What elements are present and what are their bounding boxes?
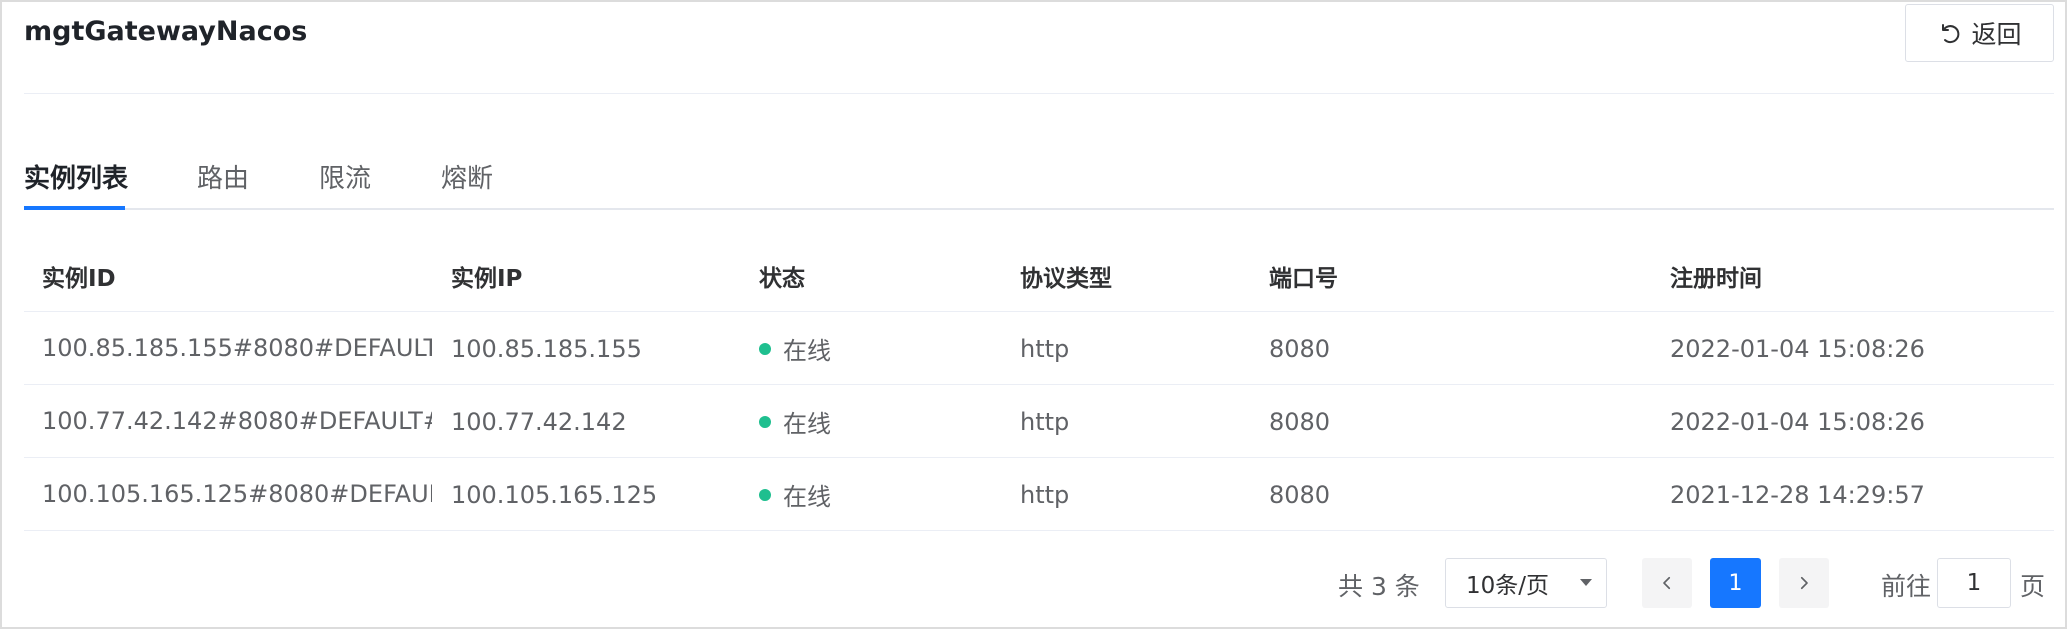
cell-instance-id: 100.77.42.142#8080#DEFAULT#DEFAULT_GROUP… bbox=[42, 385, 432, 458]
tab-instance-list[interactable]: 实例列表 bbox=[24, 158, 128, 195]
goto-page-input[interactable] bbox=[1937, 558, 2011, 608]
status-text: 在线 bbox=[783, 483, 831, 511]
back-button-label: 返回 bbox=[1971, 20, 2022, 49]
prev-page-button[interactable] bbox=[1642, 558, 1692, 608]
column-header-registered-time[interactable]: 注册时间 bbox=[1670, 239, 2050, 312]
active-tab-indicator bbox=[24, 206, 125, 210]
page-title: mgtGatewayNacos bbox=[24, 16, 308, 47]
table-row[interactable]: 100.85.185.155#8080#DEFAULT#DEFAULT_GROU… bbox=[24, 312, 2054, 385]
column-header-status[interactable]: 状态 bbox=[759, 239, 999, 312]
cell-port: 8080 bbox=[1269, 334, 1331, 363]
chevron-right-icon bbox=[1800, 576, 1808, 590]
cell-status: 在线 bbox=[759, 312, 999, 385]
page-frame: mgtGatewayNacos 返回 实例列表 路由 限流 熔断 实例ID 实例… bbox=[0, 0, 2067, 629]
instance-id-text: 100.105.165.125#8080#DEFAULT#DEFAULT_GRO… bbox=[42, 480, 432, 508]
cell-protocol: http bbox=[1020, 334, 1070, 363]
cell-registered-time: 2021-12-28 14:29:57 bbox=[1670, 480, 1925, 509]
cell-registered-time: 2022-01-04 15:08:26 bbox=[1670, 407, 1925, 436]
page-number-current[interactable]: 1 bbox=[1710, 558, 1761, 608]
status-text: 在线 bbox=[783, 410, 831, 438]
cell-registered-time: 2022-01-04 15:08:26 bbox=[1670, 334, 1925, 363]
cell-status: 在线 bbox=[759, 385, 999, 458]
cell-instance-ip: 100.77.42.142 bbox=[451, 407, 627, 436]
cell-instance-ip: 100.85.185.155 bbox=[451, 334, 642, 363]
cell-port: 8080 bbox=[1269, 407, 1331, 436]
table-row[interactable]: 100.105.165.125#8080#DEFAULT#DEFAULT_GRO… bbox=[24, 458, 2054, 531]
cell-status: 在线 bbox=[759, 458, 999, 531]
status-dot-icon bbox=[759, 415, 771, 428]
tab-rate-limit[interactable]: 限流 bbox=[319, 158, 371, 195]
tab-bar: 实例列表 路由 限流 熔断 bbox=[24, 152, 2054, 210]
table-row[interactable]: 100.77.42.142#8080#DEFAULT#DEFAULT_GROUP… bbox=[24, 385, 2054, 458]
pagination-total: 共 3 条 bbox=[1338, 572, 1420, 601]
chevron-left-icon bbox=[1663, 576, 1671, 590]
cell-protocol: http bbox=[1020, 480, 1070, 509]
status-dot-icon bbox=[759, 342, 771, 355]
column-header-port[interactable]: 端口号 bbox=[1269, 239, 1569, 312]
cell-instance-ip: 100.105.165.125 bbox=[451, 480, 658, 509]
cell-instance-id: 100.105.165.125#8080#DEFAULT#DEFAULT_GRO… bbox=[42, 458, 432, 531]
header-divider bbox=[24, 93, 2054, 94]
caret-down-icon bbox=[1580, 579, 1592, 586]
cell-protocol: http bbox=[1020, 407, 1070, 436]
column-header-instance-ip[interactable]: 实例IP bbox=[451, 239, 741, 312]
instance-id-text: 100.85.185.155#8080#DEFAULT#DEFAULT_GROU… bbox=[42, 334, 432, 362]
column-header-protocol[interactable]: 协议类型 bbox=[1020, 239, 1250, 312]
page-size-select[interactable]: 10条/页 bbox=[1445, 558, 1607, 608]
tab-route[interactable]: 路由 bbox=[197, 158, 249, 195]
back-button[interactable]: 返回 bbox=[1905, 4, 2054, 62]
column-header-instance-id[interactable]: 实例ID bbox=[42, 239, 432, 312]
undo-icon bbox=[1942, 24, 1960, 44]
page-size-value: 10条/页 bbox=[1466, 573, 1550, 599]
cell-instance-id: 100.85.185.155#8080#DEFAULT#DEFAULT_GROU… bbox=[42, 312, 432, 385]
cell-port: 8080 bbox=[1269, 480, 1331, 509]
tab-circuit-breaker[interactable]: 熔断 bbox=[441, 158, 493, 195]
status-dot-icon bbox=[759, 488, 771, 501]
status-text: 在线 bbox=[783, 337, 831, 365]
next-page-button[interactable] bbox=[1779, 558, 1829, 608]
goto-suffix-label: 页 bbox=[2020, 572, 2046, 601]
goto-prefix-label: 前往 bbox=[1881, 572, 1932, 601]
table-header: 实例ID 实例IP 状态 协议类型 端口号 注册时间 bbox=[24, 239, 2054, 312]
instance-table: 实例ID 实例IP 状态 协议类型 端口号 注册时间 100.85.185.15… bbox=[24, 239, 2054, 531]
instance-id-text: 100.77.42.142#8080#DEFAULT#DEFAULT_GROUP… bbox=[42, 407, 432, 435]
